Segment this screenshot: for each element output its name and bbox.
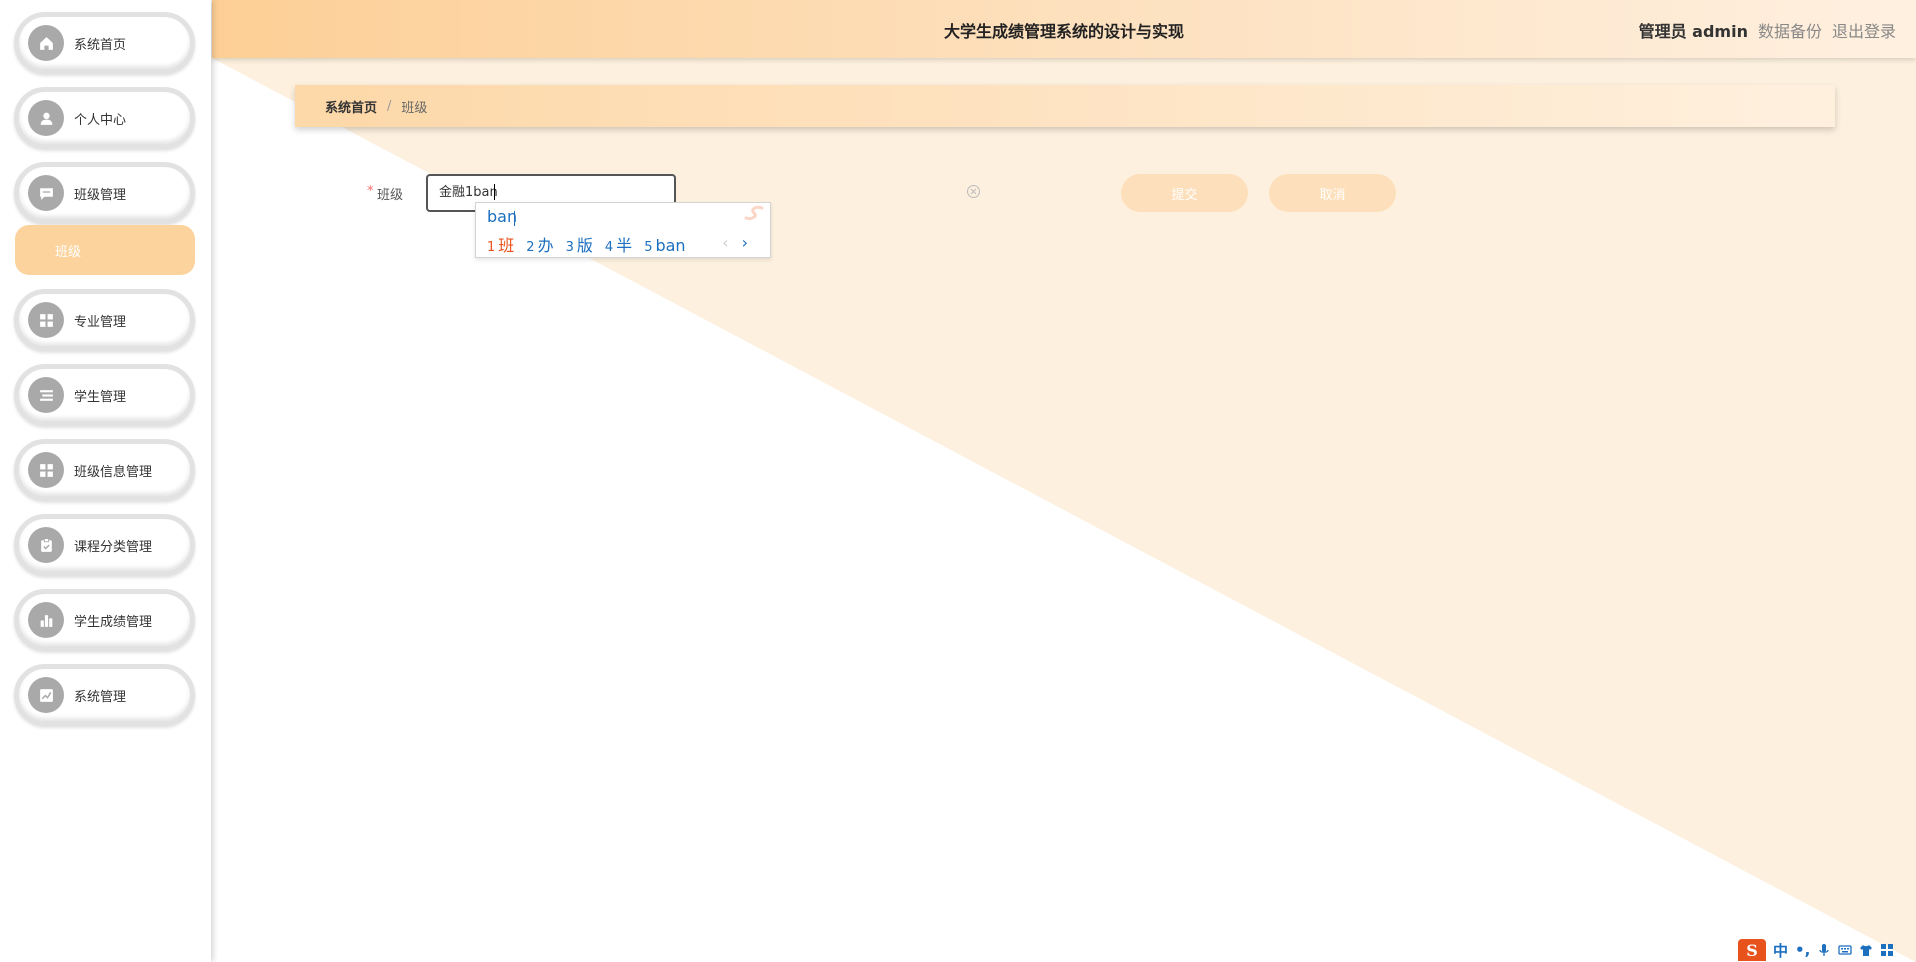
sidebar-item-major-management[interactable]: 专业管理 <box>14 289 195 351</box>
user-icon <box>28 100 64 136</box>
sogou-logo-icon[interactable]: S <box>1738 939 1766 961</box>
ime-candidate[interactable]: 4半 <box>605 232 632 256</box>
submit-button[interactable]: 提交 <box>1121 174 1248 212</box>
class-field-label: 班级 <box>377 188 404 203</box>
ime-caret <box>514 211 515 226</box>
header-actions: 管理员 admin 数据备份 退出登录 <box>1639 18 1896 42</box>
sidebar-item-label: 课程分类管理 <box>74 539 153 555</box>
grid-icon <box>28 452 64 488</box>
ime-candidate[interactable]: 3版 <box>566 232 593 256</box>
clear-icon[interactable] <box>966 184 981 199</box>
sidebar-item-label: 系统管理 <box>74 689 127 705</box>
clipboard-icon <box>28 527 64 563</box>
bar-chart-icon <box>28 602 64 638</box>
sidebar-item-class-info-management[interactable]: 班级信息管理 <box>14 439 195 501</box>
ime-language-toggle[interactable]: 中 <box>1773 940 1788 961</box>
home-icon <box>28 25 64 61</box>
ime-prev-page-button[interactable]: ‹ <box>722 233 728 252</box>
sidebar-item-home[interactable]: 系统首页 <box>14 12 195 74</box>
sidebar-item-label: 系统首页 <box>74 37 127 53</box>
ime-candidate[interactable]: 2办 <box>526 232 553 256</box>
ime-composition: ban <box>487 207 518 226</box>
skin-icon[interactable] <box>1859 943 1873 957</box>
text-caret <box>494 184 495 200</box>
sidebar-item-class-management[interactable]: 班级管理 <box>14 162 195 224</box>
keyboard-icon[interactable] <box>1838 943 1852 957</box>
sidebar-item-student-management[interactable]: 学生管理 <box>14 364 195 426</box>
breadcrumb-separator: / <box>387 98 392 114</box>
sidebar-item-label: 个人中心 <box>74 112 127 128</box>
sidebar-item-label: 学生成绩管理 <box>74 614 153 630</box>
data-backup-link[interactable]: 数据备份 <box>1758 18 1822 42</box>
breadcrumb: 系统首页 / 班级 <box>295 85 1835 127</box>
ime-logo-watermark-icon <box>744 205 764 220</box>
sidebar-item-score-management[interactable]: 学生成绩管理 <box>14 589 195 651</box>
trend-icon <box>28 677 64 713</box>
sidebar-item-label: 学生管理 <box>74 389 127 405</box>
ime-candidate-list: 1班 2办 3版 4半 5 ban <box>487 232 698 256</box>
toolbox-icon[interactable] <box>1880 943 1894 957</box>
list-icon <box>28 377 64 413</box>
ime-next-page-button[interactable]: › <box>742 233 748 252</box>
sidebar-item-system-management[interactable]: 系统管理 <box>14 664 195 726</box>
cancel-button[interactable]: 取消 <box>1269 174 1396 212</box>
ime-candidate-window: ban 1班 2办 3版 4半 5 ban ‹ › <box>475 202 771 258</box>
sidebar-item-label: 班级管理 <box>74 187 127 203</box>
top-header: 大学生成绩管理系统的设计与实现 管理员 admin 数据备份 退出登录 <box>212 0 1916 58</box>
microphone-icon[interactable] <box>1817 943 1831 957</box>
ime-page-nav: ‹ › <box>722 233 748 252</box>
current-user: 管理员 admin <box>1638 22 1748 41</box>
sidebar-item-profile[interactable]: 个人中心 <box>14 87 195 149</box>
sidebar-item-label: 专业管理 <box>74 314 127 330</box>
ime-candidate[interactable]: 5 ban <box>644 236 685 255</box>
ime-toolbar: S 中 •, <box>1738 938 1894 962</box>
sidebar-item-label: 班级信息管理 <box>74 464 153 480</box>
submenu-item-class[interactable]: 班级 <box>15 225 195 275</box>
grid-icon <box>28 302 64 338</box>
sidebar: 系统首页 个人中心 班级管理 班级 专业管理 学生管理 班级信息管理 课程分类管… <box>0 0 211 962</box>
chat-icon <box>28 175 64 211</box>
breadcrumb-current: 班级 <box>401 100 428 116</box>
sidebar-item-course-category-management[interactable]: 课程分类管理 <box>14 514 195 576</box>
ime-candidate[interactable]: 1班 <box>487 232 514 256</box>
ime-punctuation-toggle[interactable]: •, <box>1795 941 1810 959</box>
logout-link[interactable]: 退出登录 <box>1832 18 1896 42</box>
submenu-item-label: 班级 <box>55 244 82 260</box>
breadcrumb-home[interactable]: 系统首页 <box>325 97 377 116</box>
required-mark: * <box>367 184 374 199</box>
